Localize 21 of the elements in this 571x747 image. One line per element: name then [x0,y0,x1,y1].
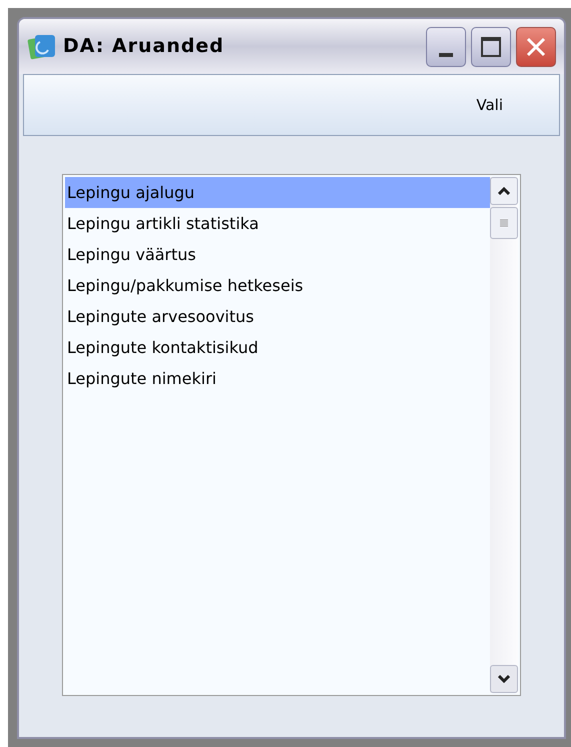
scroll-up-button[interactable] [490,177,518,205]
maximize-button[interactable] [471,26,511,66]
chevron-up-icon [498,187,510,195]
list-item[interactable]: Lepingu artikli statistika [65,208,490,239]
chevron-down-icon [498,675,510,683]
select-button[interactable]: Vali [476,94,503,116]
list-item[interactable]: Lepingu ajalugu [65,177,490,208]
scroll-down-button[interactable] [490,665,518,693]
close-button[interactable] [516,26,556,66]
window-title: DA: Aruanded [63,34,224,60]
list-item[interactable]: Lepingute nimekiri [65,363,490,394]
minimize-icon [439,52,453,56]
maximize-icon [481,36,501,56]
minimize-button[interactable] [426,26,466,66]
grip-icon [499,218,509,228]
close-icon [525,36,547,58]
list-item[interactable]: Lepingute arvesoovitus [65,301,490,332]
list-item[interactable]: Lepingute kontaktisikud [65,332,490,363]
list-item[interactable]: Lepingu/pakkumise hetkeseis [65,270,490,301]
list-item[interactable]: Lepingu väärtus [65,239,490,270]
scroll-thumb[interactable] [490,207,518,239]
